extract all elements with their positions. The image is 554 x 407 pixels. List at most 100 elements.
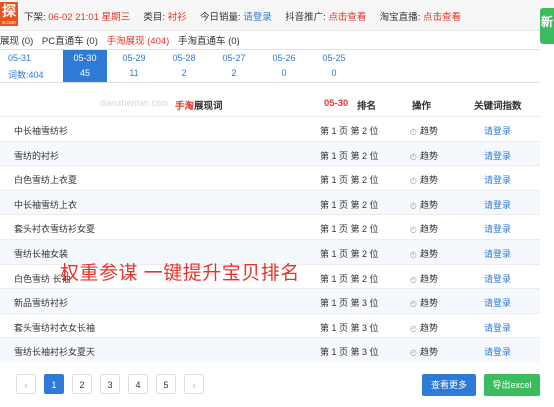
export-excel-button[interactable]: 导出excel xyxy=(484,374,540,396)
listing-label: 下架: xyxy=(24,12,46,23)
clock-circle-icon: ◴ xyxy=(410,176,417,186)
clock-circle-icon: ◴ xyxy=(410,225,417,235)
source-tabs: 展现 (0) PC直通车 (0) 手淘展现 (404) 手淘直通车 (0) xyxy=(0,33,246,47)
index-login-link[interactable]: 请登录 xyxy=(484,124,511,137)
trend-action[interactable]: ◴ 趋势 xyxy=(410,296,438,309)
index-login-link[interactable]: 请登录 xyxy=(484,149,511,162)
trend-action[interactable]: ◴ 趋势 xyxy=(410,247,438,260)
watermark: dianzhentan.com xyxy=(100,98,169,108)
category-label: 类目: xyxy=(143,12,166,23)
date-selector: 05-31 词数:404 05-30 45 05-29 11 05-28 2 05-27… xyxy=(0,49,540,83)
rank-column-header: 排名 xyxy=(357,101,377,112)
rank-cell: 第 1 页 第 2 位 xyxy=(320,175,379,186)
table-row: 套头衬衣雪纺衫女夏 第 1 页 第 2 位 ◴ 趋势 请登录 xyxy=(0,214,540,239)
table-row: 中长袖雪纺上衣 第 1 页 第 2 位 ◴ 趋势 请登录 xyxy=(0,189,540,215)
trend-action[interactable]: ◴ 趋势 xyxy=(410,173,438,186)
tab-mobile-exposure[interactable]: 手淘展现 (404) xyxy=(107,36,170,47)
tab-mobile-ztc[interactable]: 手淘直通车 (0) xyxy=(178,36,240,47)
index-login-link[interactable]: 请登录 xyxy=(484,222,511,235)
rank-cell: 第 1 页 第 2 位 xyxy=(320,273,379,284)
rank-cell: 第 1 页 第 2 位 xyxy=(320,249,379,259)
listing-time: 06-02 21:01 星期三 xyxy=(48,12,131,23)
clock-circle-icon: ◴ xyxy=(410,127,417,136)
rank-cell: 第 1 页 第 2 位 xyxy=(320,150,379,161)
new-button[interactable]: 新 xyxy=(540,8,554,44)
date-tab[interactable]: 05-28 2 xyxy=(162,50,206,82)
taobao-live-view-link[interactable]: 点击查看 xyxy=(423,12,461,23)
trend-action[interactable]: ◴ 趋势 xyxy=(410,124,438,137)
next-page-button[interactable]: › xyxy=(184,374,204,394)
rank-cell: 第 1 页 第 2 位 xyxy=(320,199,379,210)
operation-column-header: 操作 xyxy=(412,101,432,112)
top-info-bar: 探 e.com 下架: 06-02 21:01 星期三 类目: 衬衫 今日销量:… xyxy=(0,0,554,44)
clock-circle-icon: ◴ xyxy=(410,250,417,259)
clock-circle-icon: ◴ xyxy=(410,299,417,309)
rank-cell: 第 1 页 第 2 位 xyxy=(320,126,379,136)
rank-cell: 第 1 页 第 2 位 xyxy=(320,224,379,235)
category-value: 衬衫 xyxy=(167,12,187,23)
index-login-link[interactable]: 请登录 xyxy=(484,272,511,285)
date-tab[interactable]: 05-26 0 xyxy=(262,50,306,82)
index-login-link[interactable]: 请登录 xyxy=(484,345,511,358)
keyword-cell: 套头衬衣雪纺衫女夏 xyxy=(14,224,96,235)
trend-action[interactable]: ◴ 趋势 xyxy=(410,272,438,285)
index-login-link[interactable]: 请登录 xyxy=(484,247,511,260)
trend-action[interactable]: ◴ 趋势 xyxy=(410,345,438,358)
keyword-cell: 中长袖雪纺衫 xyxy=(14,126,69,136)
keyword-column-header: 手淘展现词 xyxy=(175,101,223,112)
clock-circle-icon: ◴ xyxy=(410,323,417,333)
table-row: 中长袖雪纺衫 第 1 页 第 2 位 ◴ 趋势 请登录 xyxy=(0,116,540,141)
douyin-view-link[interactable]: 点击查看 xyxy=(328,12,366,23)
rank-cell: 第 1 页 第 3 位 xyxy=(320,322,379,333)
view-more-button[interactable]: 查看更多 xyxy=(422,374,476,396)
trend-action[interactable]: ◴ 趋势 xyxy=(410,198,438,211)
sales-label: 今日销量: xyxy=(200,12,241,23)
clock-circle-icon: ◴ xyxy=(410,151,417,161)
brand-logo: 探 e.com xyxy=(0,2,18,26)
index-login-link[interactable]: 请登录 xyxy=(484,296,511,309)
clock-circle-icon: ◴ xyxy=(410,348,417,358)
table-row: 雪纺长袖衬衫女夏天 第 1 页 第 3 位 ◴ 趋势 请登录 xyxy=(0,337,540,363)
sales-login-link[interactable]: 请登录 xyxy=(243,12,272,23)
rank-cell: 第 1 页 第 3 位 xyxy=(320,347,379,358)
keyword-cell: 雪纺的衬衫 xyxy=(14,150,60,161)
keyword-cell: 新品雪纺衬衫 xyxy=(14,298,69,309)
trend-action[interactable]: ◴ 趋势 xyxy=(410,222,438,235)
trend-action[interactable]: ◴ 趋势 xyxy=(410,321,438,334)
page-button-5[interactable]: 5 xyxy=(156,374,176,394)
table-row: 套头雪纺衬衣女长袖 第 1 页 第 3 位 ◴ 趋势 请登录 xyxy=(0,312,540,338)
keyword-cell: 白色雪纺上衣夏 xyxy=(14,175,78,186)
index-column-header: 关键词指数 xyxy=(474,101,522,112)
rank-cell: 第 1 页 第 3 位 xyxy=(320,298,379,309)
clock-circle-icon: ◴ xyxy=(410,200,417,210)
date-tab[interactable]: 05-31 词数:404 xyxy=(0,50,56,82)
date-tab[interactable]: 05-27 2 xyxy=(212,50,256,82)
item-info: 下架: 06-02 21:01 星期三 类目: 衬衫 今日销量: 请登录 抖音推… xyxy=(24,9,461,23)
clock-circle-icon: ◴ xyxy=(410,274,417,284)
table-row: 白色雪纺上衣夏 第 1 页 第 2 位 ◴ 趋势 请登录 xyxy=(0,165,540,190)
date-tab-selected[interactable]: 05-30 45 xyxy=(63,50,107,82)
keyword-cell: 中长袖雪纺上衣 xyxy=(14,199,78,210)
trend-action[interactable]: ◴ 趋势 xyxy=(410,149,438,162)
table-row: 新品雪纺衬衫 第 1 页 第 3 位 ◴ 趋势 请登录 xyxy=(0,288,540,314)
promo-overlay-text: 权重参谋 一键提升宝贝排名 xyxy=(60,263,300,284)
page-button-4[interactable]: 4 xyxy=(128,374,148,394)
tab-pc-ztc[interactable]: PC直通车 (0) xyxy=(42,36,98,47)
page-button-1[interactable]: 1 xyxy=(44,374,64,394)
tab-exposure[interactable]: 展现 (0) xyxy=(0,36,33,47)
prev-page-button[interactable]: ‹ xyxy=(16,374,36,394)
table-row: 雪纺的衬衫 第 1 页 第 2 位 ◴ 趋势 请登录 xyxy=(0,140,540,166)
taobao-live-label: 淘宝直播: xyxy=(379,12,421,23)
page-button-3[interactable]: 3 xyxy=(100,374,120,394)
date-tab[interactable]: 05-25 0 xyxy=(312,50,356,82)
table-header: dianzhentan.com 手淘展现词 05-30 排名 操作 关键词指数 xyxy=(0,93,540,115)
date-tab[interactable]: 05-29 11 xyxy=(112,50,156,82)
index-login-link[interactable]: 请登录 xyxy=(484,173,511,186)
page-button-2[interactable]: 2 xyxy=(72,374,92,394)
index-login-link[interactable]: 请登录 xyxy=(484,321,511,334)
keyword-cell: 套头雪纺衬衣女长袖 xyxy=(14,322,96,333)
douyin-label: 抖音推广: xyxy=(285,12,326,23)
keyword-cell: 雪纺长袖衬衫女夏天 xyxy=(14,347,96,358)
index-login-link[interactable]: 请登录 xyxy=(484,198,511,211)
date-column-header: 05-30 xyxy=(324,98,349,109)
